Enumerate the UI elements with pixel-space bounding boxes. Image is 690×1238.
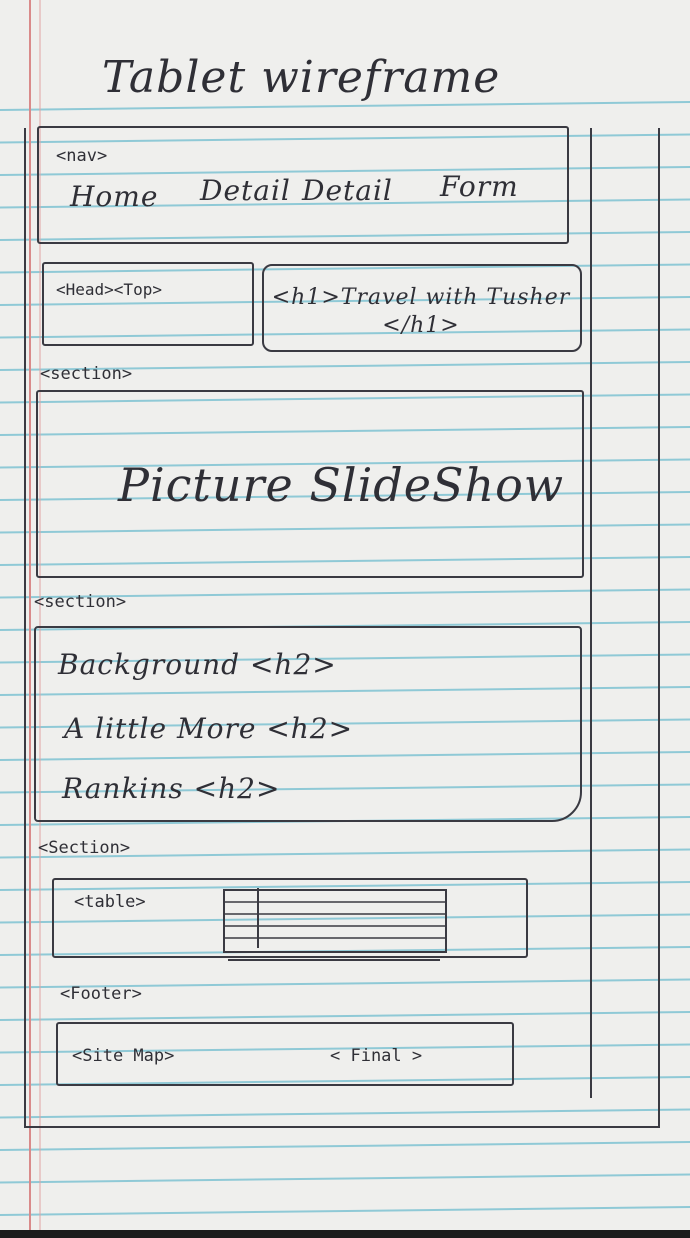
ruled-line [0, 1173, 690, 1184]
table-section-tag: <Section> [38, 838, 131, 858]
table-tag: <table> [74, 892, 146, 912]
nav-link-detail-2: Detail [302, 174, 393, 207]
nav-tag: <nav> [56, 146, 108, 166]
ruled-line [0, 101, 690, 111]
ruled-line [0, 1141, 690, 1151]
heading-a-little-more: A little More <h2> [64, 712, 354, 745]
site-map-tag: <Site Map> [72, 1046, 175, 1066]
final-tag: < Final > [330, 1046, 423, 1066]
heading-background: Background <h2> [58, 648, 337, 681]
nav-link-home: Home [70, 180, 159, 213]
head-top-tag: <Head><Top> [56, 280, 162, 299]
table-sketch [223, 888, 447, 961]
slideshow-section-tag: <section> [40, 364, 133, 384]
head-top-box [42, 262, 254, 346]
tablet-inner-edge [590, 128, 660, 1098]
nav-link-detail-1: Detail [200, 174, 291, 207]
page-bottom-strip [0, 1230, 690, 1238]
nav-link-form: Form [440, 170, 519, 203]
page-title: Tablet wireframe [102, 52, 501, 103]
h1-label: <h1>Travel with Tusher </h1> [271, 285, 571, 338]
heading-rankins: Rankins <h2> [62, 772, 281, 805]
slideshow-label: Picture SlideShow [118, 458, 565, 512]
ruled-line [0, 1206, 690, 1216]
content-section-tag: <section> [34, 592, 127, 612]
footer-tag: <Footer> [60, 984, 142, 1004]
